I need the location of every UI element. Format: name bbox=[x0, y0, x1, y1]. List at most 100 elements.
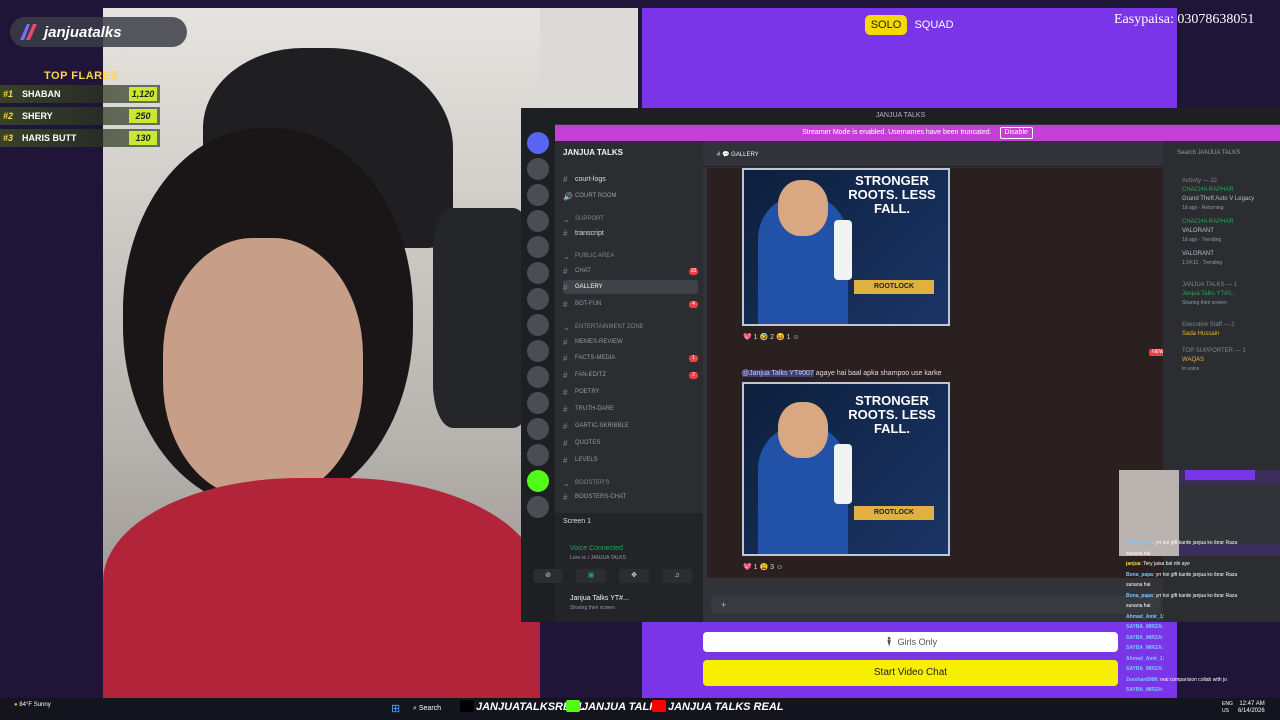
chat-username: SAYBA_MIRZA bbox=[1126, 645, 1162, 651]
member-entry[interactable]: Sharing their screen bbox=[1182, 300, 1227, 306]
windows-start-icon[interactable]: ⊞ bbox=[391, 702, 403, 715]
girls-only-filter[interactable]: 🕴 Girls Only bbox=[703, 632, 1118, 652]
server-name[interactable]: JANJUA TALKS bbox=[563, 148, 623, 157]
chat-text: : Tery jaisa bal nhi aye bbox=[1140, 561, 1190, 567]
member-entry[interactable]: 1d ago · Returning bbox=[1182, 205, 1223, 211]
channel-item[interactable]: # fan-editz 2 bbox=[563, 368, 698, 382]
channel-item[interactable]: # court-logs bbox=[563, 172, 698, 186]
live-chat-message: SAYBA_MIRZA: bbox=[1126, 666, 1163, 672]
flare-rank: #3 bbox=[3, 133, 14, 143]
message-reactions[interactable]: 💖 1 🤣 2 😆 1 ☺ bbox=[743, 333, 800, 341]
server-icon[interactable] bbox=[527, 210, 549, 232]
channel-item[interactable]: # bot-fun 4 bbox=[563, 297, 698, 311]
channel-item[interactable]: # transcript bbox=[563, 226, 698, 240]
member-entry[interactable]: 1:24:11 · Trending bbox=[1182, 260, 1222, 266]
chat-text: : real comparision collab with jo bbox=[1157, 676, 1227, 683]
chat-text: : yrr koi gift karde janjua ko ibrar Raz… bbox=[1152, 592, 1238, 599]
screen-share-button[interactable]: ▣ bbox=[576, 569, 606, 583]
channel-item[interactable]: # gallery bbox=[563, 280, 698, 294]
server-icon-home[interactable] bbox=[527, 132, 549, 154]
server-icon[interactable] bbox=[527, 496, 549, 518]
live-chat-message: sunana hai bbox=[1126, 551, 1150, 557]
webcam-background-wall bbox=[540, 8, 638, 108]
flare-row: #1 SHABAN 1,120 bbox=[0, 85, 160, 103]
streamer-mode-banner: Streamer Mode is enabled. Usernames have… bbox=[555, 125, 1280, 141]
chat-username: Bona_papa bbox=[1126, 592, 1153, 599]
live-chat-message: sunana hai bbox=[1126, 582, 1150, 588]
unread-badge: 33 bbox=[689, 267, 698, 275]
channel-category[interactable]: ⌄ SUPPORT bbox=[563, 212, 698, 226]
chat-username: Bona_papa bbox=[1126, 540, 1153, 546]
member-entry[interactable]: Grand Theft Auto V Legacy bbox=[1182, 196, 1254, 202]
server-icon[interactable] bbox=[527, 236, 549, 258]
camera-button[interactable]: ⊘ bbox=[533, 569, 563, 583]
member-entry[interactable]: WAQAS bbox=[1182, 357, 1204, 363]
channel-category[interactable]: ⌄ PUBLIC AREA bbox=[563, 249, 698, 263]
server-icon[interactable] bbox=[527, 392, 549, 414]
server-icon[interactable] bbox=[527, 418, 549, 440]
channel-item[interactable]: # memes-review bbox=[563, 335, 698, 349]
channel-category[interactable]: ⌄ BOOSTER'S bbox=[563, 476, 698, 490]
channel-item[interactable]: # quotes bbox=[563, 436, 698, 450]
channel-item[interactable]: # gartic-skribble bbox=[563, 419, 698, 433]
weather-widget[interactable]: ● 84°F Sunny bbox=[14, 702, 51, 708]
mode-squad-button[interactable]: SQUAD bbox=[912, 15, 956, 35]
system-clock[interactable]: 12:47 AM 6/14/2026 bbox=[1238, 701, 1265, 715]
message-image[interactable]: STRONGER ROOTS. LESS FALL. ROOTLOCK bbox=[742, 168, 950, 326]
channel-item[interactable]: # poetry bbox=[563, 385, 698, 399]
discord-titlebar: JANJUA TALKS bbox=[521, 108, 1280, 124]
server-icon[interactable] bbox=[527, 366, 549, 388]
channel-label: gallery bbox=[575, 284, 603, 290]
message-image[interactable]: STRONGER ROOTS. LESS FALL. ROOTLOCK bbox=[742, 382, 950, 556]
channel-item[interactable]: # boosters-chat bbox=[563, 490, 698, 504]
screen-share-label[interactable]: Screen 1 bbox=[563, 518, 591, 525]
message-composer[interactable]: + bbox=[711, 596, 1161, 614]
start-video-chat-button[interactable]: Start Video Chat bbox=[703, 660, 1118, 686]
channel-header: # 💬 GALLERY bbox=[703, 141, 1163, 167]
member-entry[interactable]: Sada Hussain bbox=[1182, 331, 1219, 337]
channel-item[interactable]: # truth-dare bbox=[563, 402, 698, 416]
member-entry[interactable]: In voice bbox=[1182, 366, 1199, 372]
message-mention-text[interactable]: @Janjua Talks YT#007 bbox=[742, 370, 814, 377]
channel-item[interactable]: # chat 33 bbox=[563, 264, 698, 278]
server-icon[interactable] bbox=[527, 288, 549, 310]
kick-server-icon[interactable] bbox=[527, 470, 549, 492]
member-entry[interactable]: VALORANT bbox=[1182, 251, 1214, 257]
member-entry[interactable]: Janjua Talks YT#0... bbox=[1182, 291, 1236, 297]
taskbar-search[interactable]: ⌕ Search bbox=[413, 702, 455, 716]
server-icon[interactable] bbox=[527, 184, 549, 206]
channel-label: chat bbox=[575, 268, 591, 274]
chat-username: janjua bbox=[1126, 561, 1141, 567]
server-icon[interactable] bbox=[527, 158, 549, 180]
member-entry[interactable]: 1d ago · Trending bbox=[1182, 237, 1221, 243]
ad-title: STRONGER ROOTS. LESS FALL. bbox=[848, 393, 936, 436]
soundboard-button[interactable]: ♫ bbox=[662, 569, 692, 583]
channel-label: BOOSTER'S bbox=[575, 480, 610, 486]
channel-item[interactable]: # levels bbox=[563, 453, 698, 467]
channel-category[interactable]: ⌄ ENTERTAINMENT ZONE bbox=[563, 320, 698, 334]
member-entry[interactable]: CHACHA RAPHAR bbox=[1182, 219, 1234, 225]
server-search-input[interactable]: Search JANJUA TALKS bbox=[1177, 150, 1280, 160]
server-icon[interactable] bbox=[527, 340, 549, 362]
current-user-name[interactable]: Janjua Talks YT#... bbox=[570, 595, 629, 602]
disable-streamer-mode-button[interactable]: Disable bbox=[999, 127, 1033, 139]
server-icon[interactable] bbox=[527, 262, 549, 284]
preview-panel bbox=[1185, 470, 1255, 480]
activities-button[interactable]: ✥ bbox=[619, 569, 649, 583]
kick-social-handle: JANJUA TALKS bbox=[566, 699, 665, 715]
chat-username: SAYBA_MIRZA bbox=[1126, 634, 1162, 641]
message-reactions[interactable]: 💖 1 😩 3 ☺ bbox=[743, 563, 783, 571]
live-chat-message: Bona_papa: yrr koi gift karde janjua ko … bbox=[1126, 572, 1237, 578]
member-entry[interactable]: VALORANT bbox=[1182, 228, 1214, 234]
member-entry[interactable]: CHACHA RAPHAR bbox=[1182, 187, 1234, 193]
channel-item[interactable]: 🔊 Court room bbox=[563, 189, 698, 203]
live-chat-message: Bona_papa: yrr koi gift karde janjua ko … bbox=[1126, 593, 1237, 599]
server-icon[interactable] bbox=[527, 314, 549, 336]
server-icon[interactable] bbox=[527, 444, 549, 466]
hash-icon: # bbox=[563, 455, 568, 465]
mode-solo-button[interactable]: SOLO bbox=[865, 15, 907, 35]
brand-logo-icon bbox=[20, 24, 37, 40]
chat-username: SAYBA_MIRZA bbox=[1126, 624, 1162, 630]
language-indicator[interactable]: ENG US bbox=[1222, 701, 1233, 715]
channel-item[interactable]: # facts-media 1 bbox=[563, 351, 698, 365]
